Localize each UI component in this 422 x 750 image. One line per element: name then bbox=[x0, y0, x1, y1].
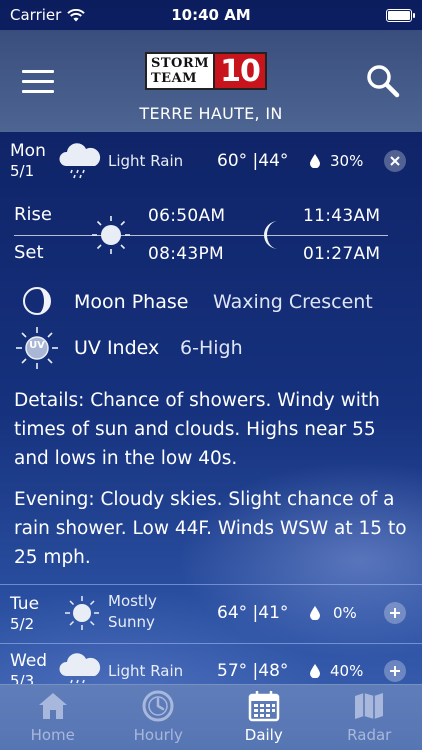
precip-chance: 40% bbox=[330, 662, 364, 680]
moonrise-time: 11:43AM bbox=[303, 206, 381, 226]
set-label: Set bbox=[14, 242, 44, 263]
app-header: STORM TEAM 10 TERRE HAUTE, IN bbox=[0, 30, 422, 132]
day-label: Wed 5/3 bbox=[10, 651, 47, 684]
tab-home[interactable]: Home bbox=[0, 685, 106, 750]
tab-label: Radar bbox=[347, 726, 392, 744]
sun-icon bbox=[65, 596, 99, 630]
moon-phase-value: Waxing Crescent bbox=[213, 291, 373, 313]
precip-chance: 30% bbox=[330, 152, 364, 170]
moonset-time: 01:27AM bbox=[303, 244, 381, 264]
tab-radar[interactable]: Radar bbox=[317, 685, 422, 750]
tab-label: Home bbox=[30, 726, 75, 744]
condition-text: Mostly Sunny bbox=[108, 591, 157, 633]
menu-bar bbox=[22, 80, 54, 83]
expanded-day-summary[interactable]: Mon 5/1 Light Rain 60° |44° 30% bbox=[0, 132, 422, 190]
condition-line-1: Mostly bbox=[108, 592, 157, 610]
rise-label: Rise bbox=[14, 204, 52, 225]
day-date: 5/1 bbox=[10, 162, 35, 180]
storm-team-logo: STORM TEAM 10 bbox=[145, 52, 277, 90]
battery-icon bbox=[386, 8, 415, 22]
daily-forecast-list: Mon 5/1 Light Rain 60° |44° 30% Rise Set bbox=[0, 132, 422, 684]
sun-icon bbox=[92, 216, 130, 254]
day-name: Wed bbox=[10, 651, 48, 671]
logo-words: STORM TEAM bbox=[145, 52, 216, 90]
moon-phase-icon bbox=[23, 287, 51, 315]
day-label: Mon 5/1 bbox=[10, 141, 46, 181]
menu-button[interactable] bbox=[22, 70, 54, 94]
location-label: TERRE HAUTE, IN bbox=[139, 104, 283, 123]
map-icon bbox=[355, 693, 384, 719]
raindrop-icon bbox=[310, 664, 320, 678]
carrier-label: Carrier bbox=[10, 6, 62, 24]
details-text: Details: Chance of showers. Windy with t… bbox=[14, 390, 380, 469]
logo-number: 10 bbox=[215, 52, 267, 90]
close-icon bbox=[390, 156, 400, 166]
home-icon bbox=[38, 693, 67, 719]
day-date: 5/3 bbox=[10, 672, 35, 684]
precip-chance: 0% bbox=[333, 604, 357, 622]
day-name: Mon bbox=[10, 141, 46, 161]
raindrop-icon bbox=[310, 154, 320, 168]
day-row-tue[interactable]: Tue 5/2 Mostly Sunny 64° |41° 0% bbox=[0, 585, 422, 643]
uv-icon-text: UV bbox=[29, 340, 45, 351]
uv-index-value: 6-High bbox=[180, 337, 243, 359]
tab-hourly[interactable]: Hourly bbox=[106, 685, 212, 750]
rise-set-divider bbox=[14, 235, 388, 236]
collapse-button[interactable] bbox=[384, 150, 406, 172]
wifi-icon bbox=[67, 8, 86, 21]
tab-bar: Home Hourly Daily Radar bbox=[0, 684, 422, 750]
sunset-time: 08:43PM bbox=[148, 244, 225, 264]
day-name: Tue bbox=[10, 594, 40, 614]
temps-high-low: 60° |44° bbox=[217, 151, 289, 171]
clock-icon bbox=[142, 690, 174, 722]
tab-label: Daily bbox=[244, 726, 283, 744]
moon-phase-label: Moon Phase bbox=[74, 291, 189, 313]
tab-label: Hourly bbox=[133, 726, 183, 744]
day-row-wed[interactable]: Wed 5/3 Light Rain 57° |48° 40% bbox=[0, 644, 422, 684]
condition-line-2: Sunny bbox=[108, 613, 155, 631]
rain-cloud-icon bbox=[59, 143, 101, 179]
logo-line-2: TEAM bbox=[151, 71, 198, 86]
tab-daily[interactable]: Daily bbox=[211, 685, 317, 750]
plus-icon bbox=[390, 608, 400, 618]
condition-text: Light Rain bbox=[108, 662, 184, 680]
temps-high-low: 57° |48° bbox=[217, 661, 289, 681]
evening-text: Evening: Cloudy skies. Slight chance of … bbox=[14, 489, 407, 568]
rain-cloud-icon bbox=[59, 653, 101, 684]
moon-icon bbox=[264, 221, 278, 249]
search-icon[interactable] bbox=[366, 64, 400, 98]
menu-bar bbox=[22, 70, 54, 73]
logo-line-1: STORM bbox=[151, 56, 210, 71]
temps-high-low: 64° |41° bbox=[217, 603, 289, 623]
sunrise-time: 06:50AM bbox=[148, 206, 226, 226]
menu-bar bbox=[22, 90, 54, 93]
raindrop-icon bbox=[310, 606, 320, 620]
status-bar: Carrier 10:40 AM bbox=[0, 0, 422, 30]
expand-button[interactable] bbox=[384, 602, 406, 624]
status-left: Carrier bbox=[10, 6, 86, 24]
day-date: 5/2 bbox=[10, 615, 35, 633]
uv-index-icon: UV bbox=[13, 324, 61, 372]
plus-icon bbox=[390, 666, 400, 676]
uv-index-label: UV Index bbox=[74, 337, 160, 359]
condition-text: Light Rain bbox=[108, 152, 184, 170]
calendar-icon bbox=[248, 691, 279, 722]
day-label: Tue 5/2 bbox=[10, 594, 39, 634]
expand-button[interactable] bbox=[384, 660, 406, 682]
